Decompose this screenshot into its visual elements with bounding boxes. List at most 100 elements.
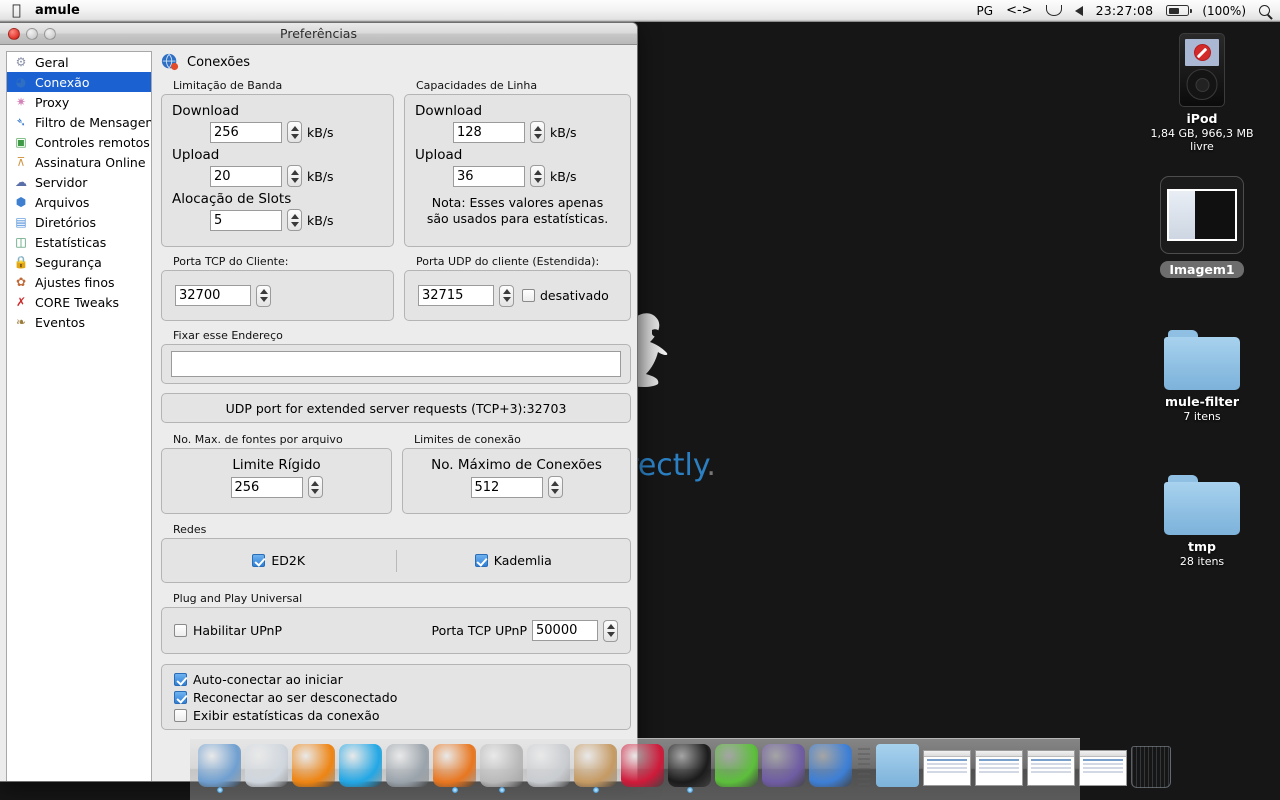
sidebar-item-geral[interactable]: ⚙Geral (7, 52, 151, 72)
sidebar-item-proxy[interactable]: ✷Proxy (7, 92, 151, 112)
dock-item-emule[interactable] (621, 744, 664, 787)
input-source-indicator[interactable]: PG (977, 4, 994, 18)
wifi-icon[interactable] (1046, 5, 1062, 16)
menu-bar[interactable]:  amule PG <-> 23:27:08 (100%) (0, 0, 1280, 22)
upnp-enable-checkbox[interactable] (174, 624, 187, 637)
desktop-icon-ipod[interactable]: iPod 1,84 GB, 966,3 MB livre (1137, 33, 1267, 153)
desktop-icon-tmp[interactable]: tmp 28 itens (1137, 475, 1267, 568)
dock-item-skype[interactable] (339, 744, 382, 787)
bandwidth-download-input[interactable]: 256 (210, 122, 282, 143)
connection-option-row-1[interactable]: Reconectar ao ser desconectado (174, 690, 630, 705)
max-connections-input[interactable]: 512 (471, 477, 543, 498)
panel-heading-label: Conexões (187, 55, 250, 70)
sidebar-item-conex-o[interactable]: ◕Conexão (7, 72, 151, 92)
sidebar-item-core-tweaks[interactable]: ✗CORE Tweaks (7, 292, 151, 312)
connection-limits-group: No. Máximo de Conexões 512 (402, 448, 631, 514)
dock[interactable] (190, 738, 1080, 800)
sidebar-item-filtro-de-mensagens[interactable]: ➴Filtro de Mensagens (7, 112, 151, 132)
kademlia-checkbox-row[interactable]: Kademlia (475, 553, 552, 568)
dock-minimized-window-3[interactable] (1027, 750, 1075, 786)
dock-item-x11[interactable] (480, 744, 523, 787)
window-titlebar[interactable]: Preferências (0, 23, 637, 45)
ed2k-checkbox-row[interactable]: ED2K (252, 553, 305, 568)
dock-item-trash[interactable] (1131, 746, 1171, 788)
bandwidth-upload-input[interactable]: 20 (210, 166, 282, 187)
upnp-port-input[interactable]: 50000 (532, 620, 598, 641)
sidebar-item-arquivos[interactable]: ⬢Arquivos (7, 192, 151, 212)
preferences-window[interactable]: Preferências ⚙Geral◕Conexão✷Proxy➴Filtro… (0, 22, 638, 782)
close-button[interactable] (8, 28, 20, 40)
apple-logo-icon[interactable]:  (12, 3, 21, 18)
max-connections-stepper[interactable] (548, 476, 563, 498)
sidebar-item-ajustes-finos[interactable]: ✿Ajustes finos (7, 272, 151, 292)
dock-item-screenshot-tool[interactable] (527, 744, 570, 787)
sidebar-item-estat-sticas[interactable]: ◫Estatísticas (7, 232, 151, 252)
search-icon[interactable] (1259, 6, 1270, 16)
dock-item-vlc[interactable] (292, 744, 335, 787)
upnp-port-stepper[interactable] (603, 620, 618, 642)
sidebar-item-servidor[interactable]: ☁Servidor (7, 172, 151, 192)
tcp-port-stepper[interactable] (256, 285, 271, 307)
upnp-enable-row[interactable]: Habilitar UPnP (174, 623, 282, 638)
connection-icon (161, 53, 179, 71)
sidebar-item-eventos[interactable]: ❧Eventos (7, 312, 151, 332)
slots-stepper[interactable] (287, 209, 302, 231)
dock-minimized-window-2[interactable] (975, 750, 1023, 786)
bandwidth-download-stepper[interactable] (287, 121, 302, 143)
zoom-button[interactable] (44, 28, 56, 40)
ed2k-checkbox[interactable] (252, 554, 265, 567)
dock-item-transmission[interactable] (668, 744, 711, 787)
battery-icon[interactable] (1166, 5, 1189, 16)
hard-limit-input[interactable]: 256 (231, 477, 303, 498)
desktop-icon-mule-filter[interactable]: mule-filter 7 itens (1137, 330, 1267, 423)
connection-option-checkbox-0[interactable] (174, 673, 187, 686)
capacity-download-stepper[interactable] (530, 121, 545, 143)
capacity-upload-stepper[interactable] (530, 165, 545, 187)
desktop-icon-imagem1[interactable]: Imagem1 (1137, 176, 1267, 278)
max-sources-group: Limite Rígido 256 (161, 448, 392, 514)
connection-option-checkbox-2[interactable] (174, 709, 187, 722)
connection-option-row-2[interactable]: Exibir estatísticas da conexão (174, 708, 630, 723)
connection-option-row-0[interactable]: Auto-conectar ao iniciar (174, 672, 630, 687)
dock-item-itunes[interactable] (245, 744, 288, 787)
capacity-upload-input[interactable]: 36 (453, 166, 525, 187)
dock-item-finder[interactable] (198, 744, 241, 787)
dock-item-cinelerra[interactable] (715, 744, 758, 787)
bluetooth-or-sync-icon[interactable]: <-> (1006, 3, 1032, 18)
dock-item-firefox[interactable] (433, 744, 476, 787)
minimize-button[interactable] (26, 28, 38, 40)
dock-item-xcode[interactable] (809, 744, 852, 787)
slots-input[interactable]: 5 (210, 210, 282, 231)
dock-item-address-book[interactable] (386, 744, 429, 787)
capacity-note-line1: Nota: Esses valores apenas (415, 195, 620, 211)
sidebar-item-controles-remotos[interactable]: ▣Controles remotos (7, 132, 151, 152)
battery-percent-label[interactable]: (100%) (1202, 4, 1246, 18)
menubar-app-name[interactable]: amule (35, 3, 80, 18)
udp-port-stepper[interactable] (499, 285, 514, 307)
preferences-sidebar[interactable]: ⚙Geral◕Conexão✷Proxy➴Filtro de Mensagens… (6, 51, 152, 782)
dock-minimized-window-1[interactable] (923, 750, 971, 786)
connection-option-checkbox-1[interactable] (174, 691, 187, 704)
dock-minimized-window-4[interactable] (1079, 750, 1127, 786)
tcp-port-input[interactable]: 32700 (175, 285, 251, 306)
dock-item-gimp[interactable] (762, 744, 805, 787)
dock-item-documents-stack[interactable] (876, 744, 919, 787)
volume-icon[interactable] (1075, 6, 1083, 16)
sidebar-item-assinatura-online[interactable]: ⊼Assinatura Online (7, 152, 151, 172)
sidebar-item-diret-rios[interactable]: ▤Diretórios (7, 212, 151, 232)
udp-disabled-checkbox[interactable] (522, 289, 535, 302)
bandwidth-upload-stepper[interactable] (287, 165, 302, 187)
sidebar-item-seguran-a[interactable]: 🔒Segurança (7, 252, 151, 272)
udp-port-input[interactable]: 32715 (418, 285, 494, 306)
connection-option-label: Auto-conectar ao iniciar (193, 672, 343, 687)
hard-limit-stepper[interactable] (308, 476, 323, 498)
dock-running-indicator (452, 787, 458, 793)
connection-option-label: Exibir estatísticas da conexão (193, 708, 380, 723)
capacity-download-input[interactable]: 128 (453, 122, 525, 143)
desktop-icon-sublabel: 7 itens (1137, 410, 1267, 423)
bind-address-input[interactable] (171, 351, 621, 377)
dock-item-amule-donkey[interactable] (574, 744, 617, 787)
menubar-clock[interactable]: 23:27:08 (1096, 3, 1154, 18)
desktop-icon-sublabel: 28 itens (1137, 555, 1267, 568)
kademlia-checkbox[interactable] (475, 554, 488, 567)
